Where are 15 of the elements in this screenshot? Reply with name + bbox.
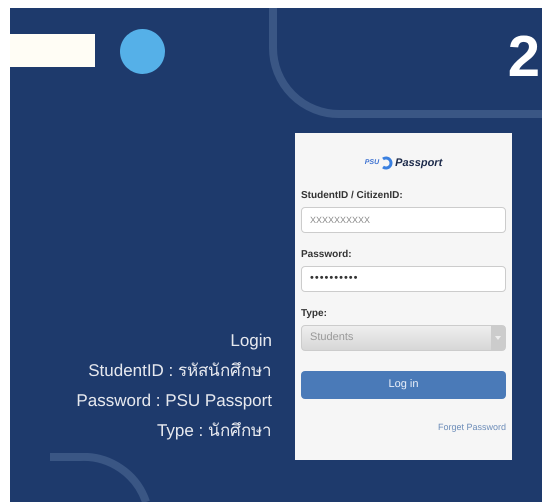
password-field[interactable]: •••••••••• [301, 266, 506, 292]
field-label: Password: [301, 248, 353, 262]
student-id-field[interactable]: XXXXXXXXXX [301, 206, 506, 232]
dropdown-caret-icon [491, 326, 505, 350]
logo-name: Passport [395, 156, 442, 171]
passport-logo-icon [381, 156, 394, 170]
instruction-text: Password : PSU Passport [76, 390, 272, 412]
field-label: Type: [301, 306, 328, 320]
field-label: StudentID / CitizenID: [301, 188, 404, 202]
forget-password-link[interactable]: Forget Password [438, 420, 506, 434]
instruction-text: Type : นักศึกษา [156, 420, 272, 442]
instruction-text: Login [230, 330, 272, 352]
instruction-text: StudentID : รหัสนักศึกษา [88, 360, 272, 382]
slide-number: 2 [508, 28, 540, 86]
login-button[interactable]: Log in [301, 370, 506, 398]
